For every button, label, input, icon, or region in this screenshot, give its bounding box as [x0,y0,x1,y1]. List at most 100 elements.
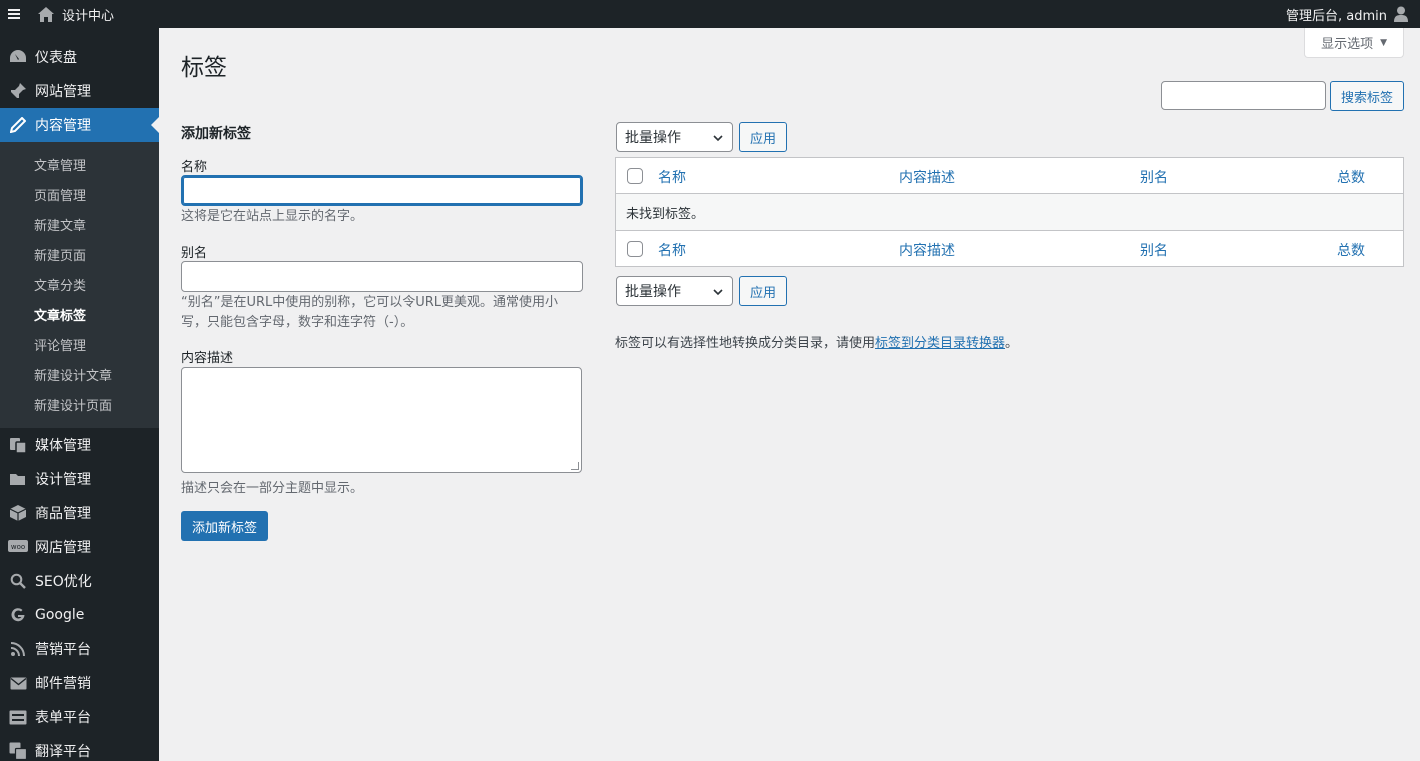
sidebar-item-translate[interactable]: 翻译平台 [0,734,159,761]
sidebar-item-seo[interactable]: SEO优化 [0,564,159,598]
column-description[interactable]: 内容描述 [899,167,955,187]
apply-button-top[interactable]: 应用 [739,122,787,152]
submenu-item-new-page[interactable]: 新建页面 [0,239,159,269]
edit-icon [8,115,28,135]
sidebar-item-label: 网站管理 [35,84,91,100]
sidebar-item-label: 仪表盘 [35,50,77,66]
sidebar-item-email[interactable]: 邮件营销 [0,666,159,700]
translate-icon [8,741,28,761]
select-all-checkbox-footer[interactable] [627,241,643,257]
apply-button-bottom[interactable]: 应用 [739,276,787,306]
main-content: 显示选项 ▼ 标签 搜索标签 添加新标签 名称 这将是它在站点上显示的名字。 别… [159,28,1420,761]
column-count[interactable]: 总数 [1337,167,1365,187]
box-icon [8,503,28,523]
sidebar-item-label: 媒体管理 [35,438,91,454]
select-all-checkbox[interactable] [627,168,643,184]
sidebar-item-label: Google [35,607,85,623]
bulk-action-value: 批量操作 [625,130,681,146]
description-hint: 描述只会在一部分主题中显示。 [181,481,364,496]
tag-name-input[interactable] [181,175,583,206]
sidebar-item-label: SEO优化 [35,574,92,590]
note-end: 。 [1005,336,1019,351]
add-new-tag-button[interactable]: 添加新标签 [181,511,268,541]
table-row-empty: 未找到标签。 [616,194,1403,230]
sidebar-item-label: 邮件营销 [35,676,91,692]
caret-down-icon: ▼ [1380,37,1387,48]
submenu-item-new-post[interactable]: 新建文章 [0,209,159,239]
submenu-item-posts[interactable]: 文章管理 [0,149,159,179]
sidebar-item-shop[interactable]: woo 网店管理 [0,530,159,564]
mail-icon [8,673,28,693]
bulk-action-value: 批量操作 [625,284,681,300]
sidebar-item-forms[interactable]: 表单平台 [0,700,159,734]
column-slug[interactable]: 别名 [1140,167,1168,187]
no-tags-message: 未找到标签。 [626,206,705,222]
user-avatar-icon [1394,6,1408,22]
screen-options-button[interactable]: 显示选项 ▼ [1304,28,1404,58]
converter-note: 标签可以有选择性地转换成分类目录，请使用标签到分类目录转换器。 [615,332,1018,351]
chevron-down-icon [713,135,723,142]
admin-bar: 设计中心 管理后台, admin [0,0,1420,28]
name-hint: 这将是它在站点上显示的名字。 [181,209,364,224]
sidebar-item-label: 翻译平台 [35,744,91,760]
sidebar-item-dashboard[interactable]: 仪表盘 [0,40,159,74]
admin-sidebar: 仪表盘 网站管理 内容管理 文章管理 页面管理 新建文章 新建页面 文章分类 文… [0,28,159,761]
dashboard-icon [8,47,28,67]
tag-converter-link[interactable]: 标签到分类目录转换器 [875,336,1005,351]
column-slug-footer[interactable]: 别名 [1140,240,1168,260]
sidebar-item-label: 表单平台 [35,710,91,726]
slug-hint-line-1: “别名”是在URL中使用的别称，它可以令URL更美观。通常使用小 [181,295,559,310]
media-icon [8,435,28,455]
tag-description-textarea[interactable] [181,367,582,473]
submenu-item-comments[interactable]: 评论管理 [0,329,159,359]
form-icon [8,707,28,727]
column-name-footer[interactable]: 名称 [658,240,686,260]
pin-icon [8,81,28,101]
description-label: 内容描述 [181,351,234,366]
note-text: 标签可以有选择性地转换成分类目录，请使用 [615,336,876,351]
page-title: 标签 [181,55,227,81]
table-footer-row: 名称 内容描述 别名 总数 [616,230,1403,266]
sidebar-item-google[interactable]: Google [0,598,159,632]
site-name: 设计中心 [62,8,115,24]
slug-label: 别名 [181,246,208,261]
sidebar-item-label: 内容管理 [35,118,91,134]
account-greeting: 管理后台, admin [1286,8,1387,24]
sidebar-item-media[interactable]: 媒体管理 [0,428,159,462]
sidebar-item-design[interactable]: 设计管理 [0,462,159,496]
tag-slug-input[interactable] [181,261,583,292]
resize-handle[interactable] [571,462,579,470]
sidebar-item-site[interactable]: 网站管理 [0,74,159,108]
slug-hint-line-2: 写，只能包含字母，数字和连字符（-）。 [181,315,414,330]
submenu-item-new-design-page[interactable]: 新建设计页面 [0,389,159,419]
column-name[interactable]: 名称 [658,167,686,187]
svg-text:woo: woo [11,543,25,551]
search-icon [8,571,28,591]
bulk-action-select-top[interactable]: 批量操作 [616,122,733,152]
sidebar-item-products[interactable]: 商品管理 [0,496,159,530]
name-label: 名称 [181,160,208,175]
form-heading: 添加新标签 [181,126,251,142]
tag-search-input[interactable] [1161,81,1326,110]
tags-table: 名称 内容描述 别名 总数 未找到标签。 名称 内容描述 别名 总数 [615,157,1404,267]
column-count-footer[interactable]: 总数 [1337,240,1365,260]
google-icon [8,605,28,625]
folder-icon [8,469,28,489]
bulk-action-select-bottom[interactable]: 批量操作 [616,276,733,306]
rss-icon [8,639,28,659]
column-description-footer[interactable]: 内容描述 [899,240,955,260]
chevron-down-icon [713,289,723,296]
site-name-link[interactable]: 设计中心 [28,0,122,28]
sidebar-item-marketing[interactable]: 营销平台 [0,632,159,666]
sidebar-item-content[interactable]: 内容管理 [0,108,159,142]
submenu-item-pages[interactable]: 页面管理 [0,179,159,209]
content-submenu: 文章管理 页面管理 新建文章 新建页面 文章分类 文章标签 评论管理 新建设计文… [0,142,159,428]
menu-toggle-icon[interactable] [0,0,28,28]
submenu-item-categories[interactable]: 文章分类 [0,269,159,299]
table-header-row: 名称 内容描述 别名 总数 [616,158,1403,194]
account-menu[interactable]: 管理后台, admin [1278,0,1416,28]
search-tags-button[interactable]: 搜索标签 [1330,81,1404,111]
submenu-item-tags[interactable]: 文章标签 [0,299,159,329]
submenu-item-new-design-post[interactable]: 新建设计文章 [0,359,159,389]
sidebar-item-label: 商品管理 [35,506,91,522]
